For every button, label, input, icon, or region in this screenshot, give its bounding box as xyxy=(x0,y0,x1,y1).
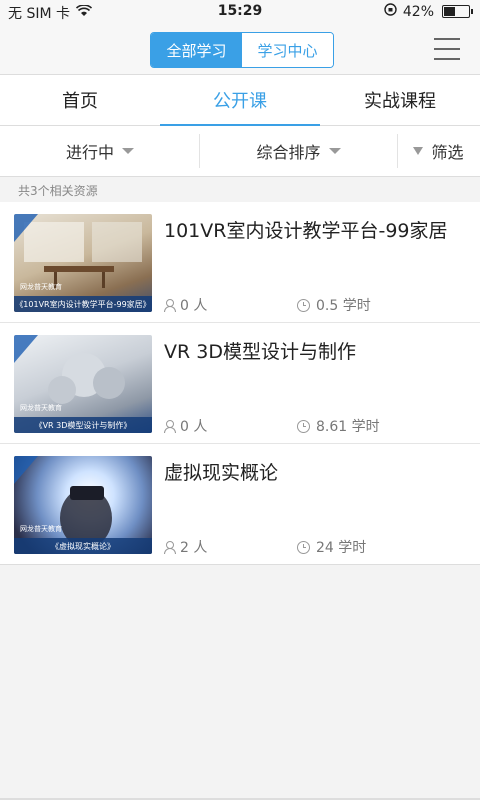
filter-button[interactable]: 筛选 xyxy=(397,126,480,176)
course-title: VR 3D模型设计与制作 xyxy=(164,341,356,363)
course-item[interactable]: 网龙普天教育 《101VR室内设计教学平台-99家居》 101VR室内设计教学平… xyxy=(0,202,480,323)
menu-icon[interactable] xyxy=(434,38,460,60)
clock-icon xyxy=(297,540,310,554)
study-hours: 0.5 学时 xyxy=(316,298,371,314)
course-hours: 24 学时 xyxy=(297,537,366,557)
status-right: 42% xyxy=(384,3,473,20)
tab-practical-courses[interactable]: 实战课程 xyxy=(320,75,480,125)
course-list: 网龙普天教育 《101VR室内设计教学平台-99家居》 101VR室内设计教学平… xyxy=(0,202,480,565)
sort-filter[interactable]: 综合排序 xyxy=(200,126,397,176)
thumbnail-caption: 《虚拟现实概论》 xyxy=(14,538,152,554)
course-thumbnail: 网龙普天教育 《虚拟现实概论》 xyxy=(14,456,152,554)
person-icon xyxy=(164,420,176,433)
status-bar: 无 SIM 卡 15:29 42% xyxy=(0,0,480,24)
study-hours: 8.61 学时 xyxy=(316,419,380,435)
course-hours: 0.5 学时 xyxy=(297,295,371,315)
clock-icon xyxy=(297,298,310,312)
filter-bar: 进行中 综合排序 筛选 xyxy=(0,126,480,177)
course-title: 虚拟现实概论 xyxy=(164,462,279,484)
thumbnail-brand: 网龙普天教育 xyxy=(20,283,62,291)
battery-percent: 42% xyxy=(402,3,434,20)
study-hours: 24 学时 xyxy=(316,540,367,556)
filter-button-label: 筛选 xyxy=(431,143,464,162)
course-thumbnail: 网龙普天教育 《101VR室内设计教学平台-99家居》 xyxy=(14,214,152,312)
thumbnail-brand: 网龙普天教育 xyxy=(20,525,62,533)
battery-icon xyxy=(442,5,473,18)
status-filter[interactable]: 进行中 xyxy=(0,126,200,176)
student-count: 0 人 xyxy=(180,298,208,314)
caret-down-icon xyxy=(122,148,134,154)
student-count: 0 人 xyxy=(180,419,208,435)
caret-down-icon xyxy=(328,148,341,154)
segment-all-learning[interactable]: 全部学习 xyxy=(151,33,242,67)
course-item[interactable]: 网龙普天教育 《虚拟现实概论》 虚拟现实概论 2 人 24 学时 xyxy=(0,444,480,564)
result-count: 共3个相关资源 xyxy=(18,184,98,198)
thumbnail-caption: 《101VR室内设计教学平台-99家居》 xyxy=(14,296,152,312)
segment-learning-center[interactable]: 学习中心 xyxy=(242,33,333,67)
person-icon xyxy=(164,299,176,312)
course-item[interactable]: 网龙普天教育 《VR 3D模型设计与制作》 VR 3D模型设计与制作 0 人 8… xyxy=(0,323,480,444)
course-students: 2 人 xyxy=(164,537,207,557)
student-count: 2 人 xyxy=(180,540,208,556)
tab-open-courses[interactable]: 公开课 xyxy=(160,75,320,126)
segmented-control: 全部学习 学习中心 xyxy=(150,32,334,68)
nav-bar: 全部学习 学习中心 xyxy=(0,24,480,75)
thumbnail-brand: 网龙普天教育 xyxy=(20,404,62,412)
funnel-icon xyxy=(413,147,424,155)
course-students: 0 人 xyxy=(164,416,207,436)
course-students: 0 人 xyxy=(164,295,207,315)
orientation-lock-icon xyxy=(384,3,397,20)
course-title: 101VR室内设计教学平台-99家居 xyxy=(164,220,448,242)
tab-home[interactable]: 首页 xyxy=(0,75,160,125)
clock-icon xyxy=(297,419,310,433)
person-icon xyxy=(164,541,176,554)
thumbnail-caption: 《VR 3D模型设计与制作》 xyxy=(14,417,152,433)
course-thumbnail: 网龙普天教育 《VR 3D模型设计与制作》 xyxy=(14,335,152,433)
status-filter-label: 进行中 xyxy=(65,143,114,162)
tab-bar: 首页 公开课 实战课程 xyxy=(0,75,480,126)
sort-filter-label: 综合排序 xyxy=(256,143,321,162)
course-hours: 8.61 学时 xyxy=(297,416,380,436)
